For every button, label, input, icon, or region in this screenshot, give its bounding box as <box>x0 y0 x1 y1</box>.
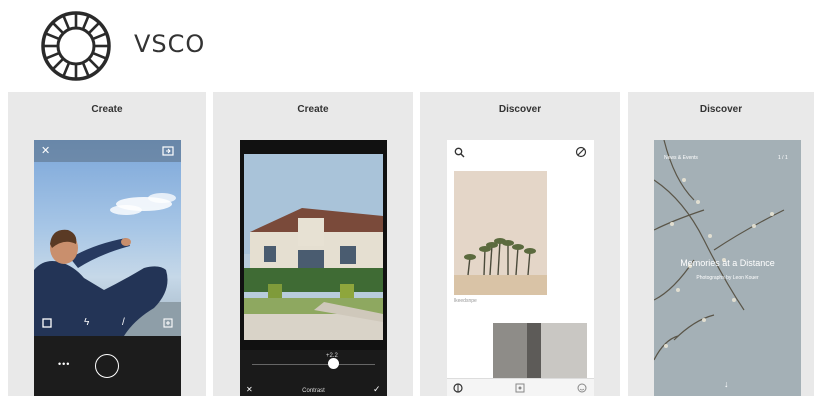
camera-controls: ••• <box>34 336 181 396</box>
camera-flip-icon[interactable] <box>162 145 174 157</box>
studio-tab-icon[interactable] <box>515 383 525 393</box>
camera-tools-row: ϟ / <box>34 314 181 336</box>
panel-create-editor: Create +2.2 ✕ Contrast ✓ <box>213 92 413 396</box>
scroll-down-icon[interactable]: ↓ <box>724 378 729 390</box>
panel-title: Create <box>297 104 329 115</box>
exposure-icon[interactable]: / <box>122 317 125 329</box>
confirm-icon[interactable]: ✓ <box>373 383 381 395</box>
more-options-icon[interactable]: ••• <box>58 358 70 370</box>
adjustment-panel: +2.2 ✕ Contrast ✓ <box>240 350 387 396</box>
shutter-button[interactable] <box>95 354 119 378</box>
discover-tab-icon[interactable] <box>453 383 463 393</box>
article-subtitle: Photographs by Leon Kouer <box>696 275 759 281</box>
import-icon[interactable] <box>163 318 173 328</box>
article-section-label: News & Events <box>664 155 698 161</box>
profile-tab-icon[interactable] <box>577 383 587 393</box>
tool-label: Contrast <box>302 388 325 394</box>
follow-icon[interactable] <box>575 146 587 158</box>
brand-name: VSCO <box>134 30 206 58</box>
article-title[interactable]: Memories at a Distance <box>654 257 801 269</box>
phone-screen-discover: lkeedsnpe <box>447 140 594 396</box>
close-icon[interactable]: ✕ <box>41 145 50 157</box>
panel-create-camera: Create ✕ ϟ / ••• <box>8 92 206 396</box>
grid-toggle-icon[interactable] <box>42 318 52 328</box>
phone-screen-camera: ✕ ϟ / ••• <box>34 140 181 396</box>
panel-title: Create <box>91 104 123 115</box>
phone-screen-article: News & Events 1 / 1 Memories at a Distan… <box>654 140 801 396</box>
slider-handle[interactable] <box>328 358 339 369</box>
panel-title: Discover <box>699 104 743 115</box>
vsco-logo-icon <box>41 11 111 81</box>
phone-screen-editor: +2.2 ✕ Contrast ✓ <box>240 140 387 396</box>
edited-photo <box>244 154 383 340</box>
camera-viewfinder <box>34 140 181 336</box>
feed-image-palms[interactable] <box>454 171 547 295</box>
panel-discover-grid: Discover lkeedsnpe <box>420 92 620 396</box>
panel-discover-article: Discover News & Events 1 / 1 Memories at <box>628 92 814 396</box>
camera-top-bar: ✕ <box>34 140 181 162</box>
feed-image-caption: lkeedsnpe <box>454 298 477 304</box>
camera-preview-image <box>34 193 181 336</box>
panel-title: Discover <box>498 104 542 115</box>
bottom-nav <box>447 378 594 396</box>
feed-image-concrete[interactable] <box>493 323 587 378</box>
flash-icon[interactable]: ϟ <box>84 317 89 329</box>
article-page-count: 1 / 1 <box>778 155 788 161</box>
search-icon[interactable] <box>454 147 465 158</box>
slider-track[interactable] <box>252 364 375 365</box>
